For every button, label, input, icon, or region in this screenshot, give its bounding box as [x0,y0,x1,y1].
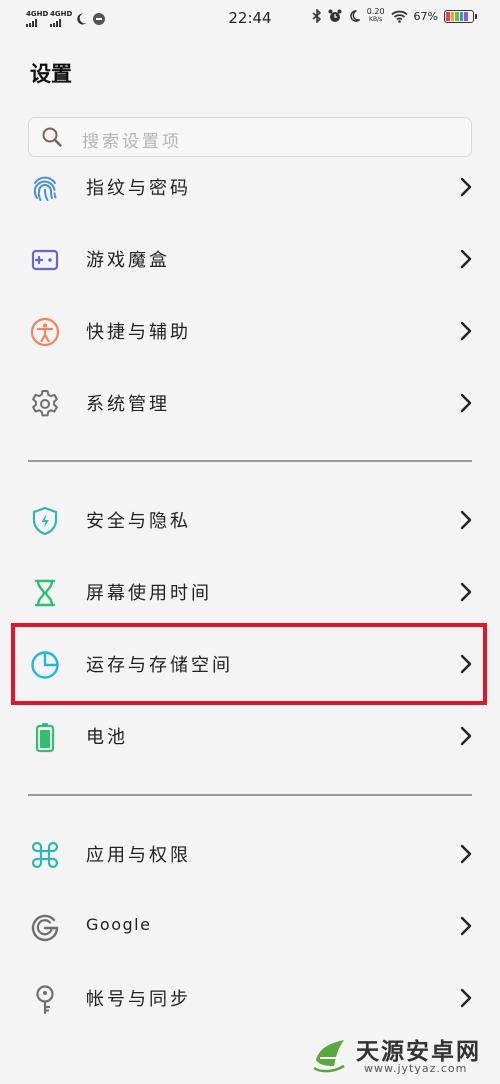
apps-icon [31,841,59,869]
chevron-right-icon [460,321,472,341]
section-divider [28,794,472,796]
setting-security-privacy[interactable]: 安全与隐私 [0,483,500,555]
status-right: 0.20 KB/s 67% [312,8,477,24]
setting-google[interactable]: Google [0,889,500,961]
net-speed-unit: KB/s [369,16,383,23]
bluetooth-icon [312,9,321,23]
hourglass-icon [34,579,56,607]
search-placeholder: 搜索设置项 [82,132,182,152]
chevron-right-icon [460,393,472,413]
game-box-icon [31,249,59,271]
watermark: 天源安卓网 www.jytyaz.com [302,1026,500,1084]
alarm-icon [328,9,342,22]
setting-screen-time[interactable]: 屏幕使用时间 [0,555,500,627]
gear-icon [32,390,58,417]
setting-label: 电池 [86,727,128,748]
watermark-name: 天源安卓网 [356,1039,481,1065]
google-icon [31,914,59,942]
chevron-right-icon [460,916,472,936]
watermark-url: www.jytyaz.com [364,1062,468,1075]
chevron-right-icon [460,726,472,746]
setting-label: 快捷与辅助 [86,322,191,343]
setting-label: 游戏魔盒 [86,250,170,271]
accessibility-icon [30,317,60,347]
setting-label: 帐号与同步 [86,989,191,1010]
wifi-icon [390,10,408,23]
setting-label: Google [86,915,152,934]
net-speed: 0.20 KB/s [367,8,385,24]
page-title: 设置 [30,62,72,86]
setting-battery[interactable]: 电池 [0,699,500,771]
chevron-right-icon [460,510,472,530]
status-bar: 4GHD 4GHD 22:44 0.20 KB/s 67% [0,0,500,38]
setting-label: 安全与隐私 [86,511,191,532]
setting-shortcuts-accessibility[interactable]: 快捷与辅助 [0,294,500,366]
battery-icon [35,723,55,753]
chevron-right-icon [460,988,472,1008]
highlight-box [11,623,487,705]
setting-apps-permissions[interactable]: 应用与权限 [0,817,500,889]
do-not-disturb-icon [350,10,360,22]
setting-system-management[interactable]: 系统管理 [0,366,500,438]
shield-icon [32,506,58,536]
setting-label: 应用与权限 [86,845,191,866]
chevron-right-icon [460,582,472,602]
net-speed-value: 0.20 [366,7,385,16]
setting-label: 屏幕使用时间 [86,583,212,604]
section-divider [28,460,472,462]
search-icon [42,127,62,147]
setting-label: 指纹与密码 [86,178,191,199]
key-icon [36,985,54,1015]
chevron-right-icon [460,844,472,864]
chevron-right-icon [460,177,472,197]
setting-game-box[interactable]: 游戏魔盒 [0,222,500,294]
setting-fingerprint-password[interactable]: 指纹与密码 [0,150,500,222]
chevron-right-icon [460,249,472,269]
battery-status-icon [444,9,477,23]
setting-account-sync[interactable]: 帐号与同步 [0,961,500,1033]
setting-label: 系统管理 [86,394,170,415]
watermark-logo-icon [313,1040,345,1073]
battery-percent: 67% [413,9,438,23]
fingerprint-icon [33,176,57,201]
